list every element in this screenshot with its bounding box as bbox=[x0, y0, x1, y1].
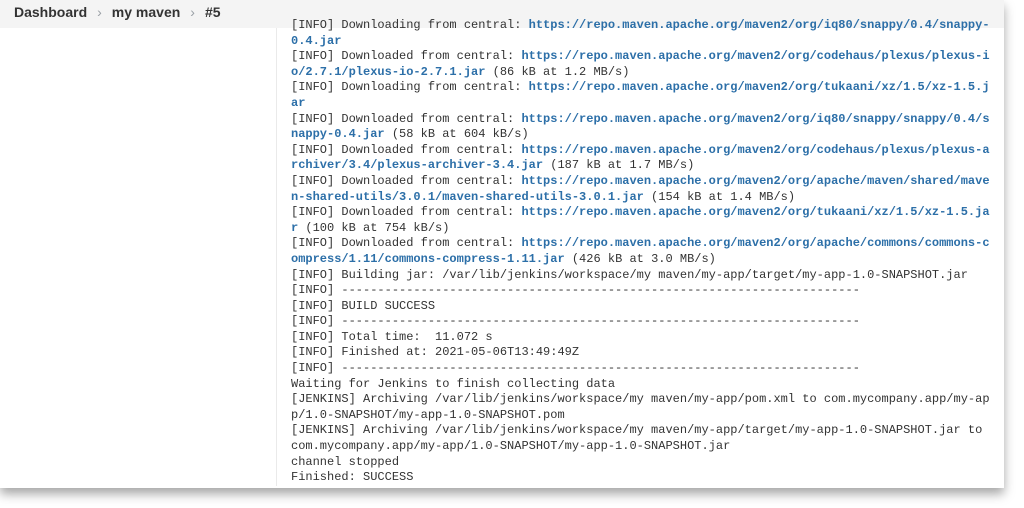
console-text: channel stopped bbox=[291, 455, 399, 469]
console-text: [INFO] BUILD SUCCESS bbox=[291, 299, 435, 313]
console-line: Waiting for Jenkins to finish collecting… bbox=[291, 377, 990, 393]
breadcrumb-item-job[interactable]: my maven bbox=[112, 4, 180, 20]
console-text: [JENKINS] Archiving /var/lib/jenkins/wor… bbox=[291, 423, 990, 453]
breadcrumb-item-build[interactable]: #5 bbox=[205, 4, 221, 20]
console-text: [INFO] Downloaded from central: bbox=[291, 236, 521, 250]
console-text: [JENKINS] Archiving /var/lib/jenkins/wor… bbox=[291, 392, 990, 422]
console-text: [INFO] ---------------------------------… bbox=[291, 361, 860, 375]
breadcrumb-item-dashboard[interactable]: Dashboard bbox=[14, 4, 87, 20]
console-text: Finished: SUCCESS bbox=[291, 470, 413, 484]
console-text: [INFO] Downloaded from central: bbox=[291, 205, 521, 219]
console-line: [INFO] BUILD SUCCESS bbox=[291, 299, 990, 315]
console-text: (86 kB at 1.2 MB/s) bbox=[485, 65, 629, 79]
console-text: [INFO] Downloaded from central: bbox=[291, 174, 521, 188]
console-text: [INFO] Downloaded from central: bbox=[291, 112, 521, 126]
console-text: [INFO] ---------------------------------… bbox=[291, 283, 860, 297]
console-text: (100 kB at 754 kB/s) bbox=[298, 221, 449, 235]
console-line: [INFO] ---------------------------------… bbox=[291, 314, 990, 330]
console-text: [INFO] Downloading from central: bbox=[291, 80, 529, 94]
console-line: [INFO] Downloaded from central: https://… bbox=[291, 236, 990, 267]
console-line: Finished: SUCCESS bbox=[291, 470, 990, 486]
console-text: (426 kB at 3.0 MB/s) bbox=[565, 252, 716, 266]
console-text: [INFO] Downloaded from central: bbox=[291, 49, 521, 63]
side-panel bbox=[0, 28, 277, 486]
console-text: [INFO] Total time: 11.072 s bbox=[291, 330, 493, 344]
console-text: [INFO] Downloading from central: bbox=[291, 18, 529, 32]
console-text: Waiting for Jenkins to finish collecting… bbox=[291, 377, 615, 391]
console-line: [INFO] Downloaded from central: https://… bbox=[291, 49, 990, 80]
console-text: (154 kB at 1.4 MB/s) bbox=[644, 190, 795, 204]
chevron-right-icon: › bbox=[190, 4, 195, 20]
console-line: [INFO] Building jar: /var/lib/jenkins/wo… bbox=[291, 268, 990, 284]
main-content: [INFO] Downloading from central: https:/… bbox=[0, 28, 1004, 486]
console-line: [INFO] Downloaded from central: https://… bbox=[291, 143, 990, 174]
console-text: [INFO] Finished at: 2021-05-06T13:49:49Z bbox=[291, 345, 579, 359]
console-line: [INFO] Downloading from central: https:/… bbox=[291, 18, 990, 49]
console-line: [INFO] Finished at: 2021-05-06T13:49:49Z bbox=[291, 345, 990, 361]
console-line: [JENKINS] Archiving /var/lib/jenkins/wor… bbox=[291, 392, 990, 423]
console-line: [JENKINS] Archiving /var/lib/jenkins/wor… bbox=[291, 423, 990, 454]
chevron-right-icon: › bbox=[97, 4, 102, 20]
console-output: [INFO] Downloading from central: https:/… bbox=[277, 18, 1004, 486]
console-line: [INFO] Downloading from central: https:/… bbox=[291, 80, 990, 111]
console-line: [INFO] ---------------------------------… bbox=[291, 283, 990, 299]
console-line: [INFO] Total time: 11.072 s bbox=[291, 330, 990, 346]
console-line: [INFO] ---------------------------------… bbox=[291, 361, 990, 377]
console-text: (187 kB at 1.7 MB/s) bbox=[543, 158, 694, 172]
window: Dashboard › my maven › #5 [INFO] Downloa… bbox=[0, 0, 1004, 488]
console-line: [INFO] Downloaded from central: https://… bbox=[291, 205, 990, 236]
console-line: [INFO] Downloaded from central: https://… bbox=[291, 174, 990, 205]
console-text: [INFO] ---------------------------------… bbox=[291, 314, 860, 328]
console-text: [INFO] Building jar: /var/lib/jenkins/wo… bbox=[291, 268, 968, 282]
console-line: channel stopped bbox=[291, 455, 990, 471]
console-line: [INFO] Downloaded from central: https://… bbox=[291, 112, 990, 143]
console-text: [INFO] Downloaded from central: bbox=[291, 143, 521, 157]
console-text: (58 kB at 604 kB/s) bbox=[385, 127, 529, 141]
